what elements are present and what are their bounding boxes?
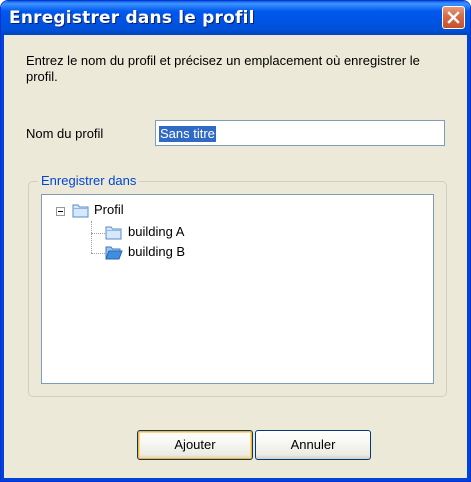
tree-connector — [91, 221, 92, 253]
dialog-window: Enregistrer dans le profil Entrez le nom… — [0, 0, 471, 482]
folder-open-icon — [105, 246, 123, 260]
title-bar[interactable]: Enregistrer dans le profil — [1, 1, 470, 35]
tree-item-building-a[interactable]: building A — [128, 224, 184, 239]
window-border-left — [1, 35, 4, 481]
profile-name-label: Nom du profil — [26, 126, 104, 141]
folder-icon — [72, 204, 89, 218]
folder-tree[interactable]: Profil building A building B — [41, 194, 434, 384]
collapse-icon[interactable] — [56, 207, 65, 216]
tree-item-profil[interactable]: Profil — [94, 202, 124, 217]
save-location-label: Enregistrer dans — [38, 173, 140, 188]
instructions-text: Entrez le nom du profil et précisez un e… — [26, 53, 420, 84]
tree-connector — [91, 253, 105, 254]
tree-item-building-b[interactable]: building B — [128, 244, 185, 259]
close-icon — [447, 11, 460, 24]
profile-name-input[interactable]: Sans titre — [155, 120, 445, 146]
window-border-right — [467, 35, 470, 481]
add-button[interactable]: Ajouter — [137, 430, 253, 460]
cancel-button[interactable]: Annuler — [255, 430, 371, 460]
profile-name-value: Sans titre — [159, 126, 216, 142]
close-button[interactable] — [442, 6, 465, 29]
folder-icon — [105, 226, 122, 240]
window-title: Enregistrer dans le profil — [9, 8, 255, 28]
tree-connector — [91, 233, 105, 234]
window-border-bottom — [1, 478, 470, 481]
